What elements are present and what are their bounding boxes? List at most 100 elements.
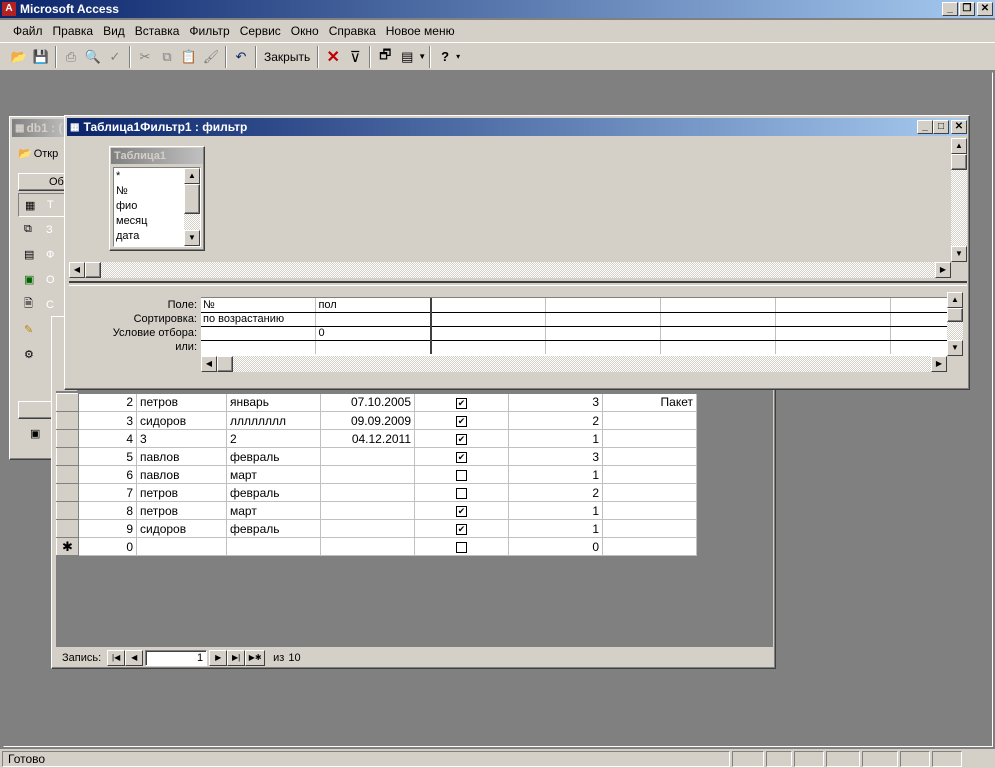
checkbox[interactable]: ✔ (456, 505, 467, 517)
new-record-button[interactable]: ▶✱ (245, 650, 266, 666)
table-pane-hscrollbar[interactable]: ◀ ▶ (69, 262, 951, 278)
scroll-up-button[interactable]: ▲ (947, 292, 963, 308)
criteria-cell[interactable] (201, 326, 317, 341)
cell-date[interactable]: 04.12.2011 (320, 429, 415, 448)
cell-id[interactable]: 7 (78, 483, 137, 502)
cell-date[interactable] (320, 501, 415, 520)
save-icon[interactable]: 💾 (30, 46, 52, 68)
criteria-cell[interactable] (430, 326, 547, 341)
criteria-cell[interactable] (660, 298, 777, 313)
criteria-cell[interactable]: по возрастанию (201, 312, 317, 327)
menu-item[interactable]: Окно (286, 21, 324, 41)
cell-month[interactable]: март (226, 501, 321, 520)
database-window-icon[interactable]: 🗗 (374, 46, 396, 68)
checkbox[interactable] (456, 469, 467, 481)
checkbox[interactable]: ✔ (456, 451, 467, 463)
criteria-cell[interactable] (315, 312, 432, 327)
criteria-cell[interactable] (545, 312, 662, 327)
criteria-vscrollbar[interactable]: ▲ ▼ (947, 292, 963, 356)
cell-id[interactable]: 4 (78, 429, 137, 448)
previous-record-button[interactable]: ◀ (125, 650, 144, 666)
paste-icon[interactable]: 📋 (178, 46, 200, 68)
cell-extra[interactable] (602, 411, 697, 430)
menu-item[interactable]: Сервис (235, 21, 286, 41)
filter-maximize-button[interactable]: □ (933, 120, 949, 134)
scroll-up-button[interactable]: ▲ (184, 168, 200, 184)
scroll-thumb[interactable] (184, 184, 200, 214)
criteria-cell[interactable] (430, 298, 547, 313)
cell-name[interactable]: сидоров (136, 411, 227, 430)
cell-number[interactable]: 1 (508, 519, 603, 538)
close-button[interactable]: ✕ (977, 2, 993, 16)
field-list-item[interactable]: дата (116, 229, 184, 244)
criteria-cell[interactable] (890, 340, 947, 354)
help-icon[interactable]: ? (434, 46, 456, 68)
cell-name[interactable]: петров (136, 483, 227, 502)
db-open-button[interactable]: 📂 Откр (18, 147, 58, 161)
record-selector[interactable] (56, 411, 79, 430)
cell-extra[interactable] (602, 519, 697, 538)
print-icon[interactable]: ⎙ (60, 46, 82, 68)
cell-number[interactable]: 2 (508, 483, 603, 502)
cell-month[interactable]: лллллллл (226, 411, 321, 430)
cell-name[interactable] (136, 537, 227, 556)
cell-month[interactable]: март (226, 465, 321, 484)
field-list-scrollbar[interactable]: ▲ ▼ (184, 168, 200, 246)
menu-item[interactable]: Вставка (130, 21, 185, 41)
scroll-up-button[interactable]: ▲ (951, 138, 967, 154)
cell-id[interactable]: 0 (78, 537, 137, 556)
cell-flag[interactable]: ✔ (414, 393, 509, 412)
criteria-cell[interactable] (545, 326, 662, 341)
record-selector[interactable] (56, 519, 79, 538)
current-record-field[interactable]: 1 (145, 650, 208, 666)
new-record-marker[interactable]: ✱ (56, 537, 79, 556)
cell-number[interactable]: 1 (508, 465, 603, 484)
cell-flag[interactable]: ✔ (414, 519, 509, 538)
scroll-down-button[interactable]: ▼ (951, 246, 967, 262)
checkbox[interactable]: ✔ (456, 415, 467, 427)
scroll-thumb[interactable] (217, 356, 233, 372)
minimize-button[interactable]: _ (942, 2, 958, 16)
cell-flag[interactable] (414, 465, 509, 484)
cell-month[interactable]: февраль (226, 483, 321, 502)
criteria-cell[interactable] (660, 312, 777, 327)
menu-item[interactable]: Файл (8, 21, 48, 41)
cell-id[interactable]: 5 (78, 447, 137, 466)
cell-id[interactable]: 8 (78, 501, 137, 520)
filter-close-button[interactable]: ✕ (951, 120, 967, 134)
chevron-down-icon[interactable]: ▼ (418, 52, 426, 61)
record-selector[interactable] (56, 465, 79, 484)
criteria-cell[interactable] (775, 326, 892, 341)
cell-flag[interactable] (414, 483, 509, 502)
cell-extra[interactable] (602, 447, 697, 466)
criteria-cell[interactable] (660, 340, 777, 354)
field-list-item[interactable]: № (116, 184, 184, 199)
cell-month[interactable]: февраль (226, 519, 321, 538)
cell-flag[interactable] (414, 537, 509, 556)
criteria-cell[interactable]: пол (315, 298, 432, 313)
cell-id[interactable]: 6 (78, 465, 137, 484)
record-selector[interactable] (56, 447, 79, 466)
record-selector[interactable] (56, 393, 79, 412)
checkbox[interactable] (456, 541, 467, 553)
cell-number[interactable]: 1 (508, 429, 603, 448)
cell-name[interactable]: петров (136, 501, 227, 520)
record-selector[interactable] (56, 501, 79, 520)
scroll-down-button[interactable]: ▼ (184, 230, 200, 246)
cut-icon[interactable]: ✂ (134, 46, 156, 68)
next-record-button[interactable]: ▶ (209, 650, 228, 666)
copy-icon[interactable]: ⧉ (156, 46, 178, 68)
cell-number[interactable]: 3 (508, 393, 603, 412)
cell-date[interactable] (320, 483, 415, 502)
cell-name[interactable]: павлов (136, 447, 227, 466)
criteria-cell[interactable] (545, 340, 662, 354)
cell-extra[interactable] (602, 429, 697, 448)
cell-number[interactable]: 1 (508, 501, 603, 520)
criteria-cell[interactable] (775, 298, 892, 313)
database-window-title-bar[interactable]: ▦ db1 : ( (12, 119, 68, 137)
clear-grid-icon[interactable]: ✕ (322, 46, 344, 68)
cell-month[interactable]: январь (226, 393, 321, 412)
cell-month[interactable] (226, 537, 321, 556)
cell-extra[interactable] (602, 501, 697, 520)
cell-name[interactable]: петров (136, 393, 227, 412)
